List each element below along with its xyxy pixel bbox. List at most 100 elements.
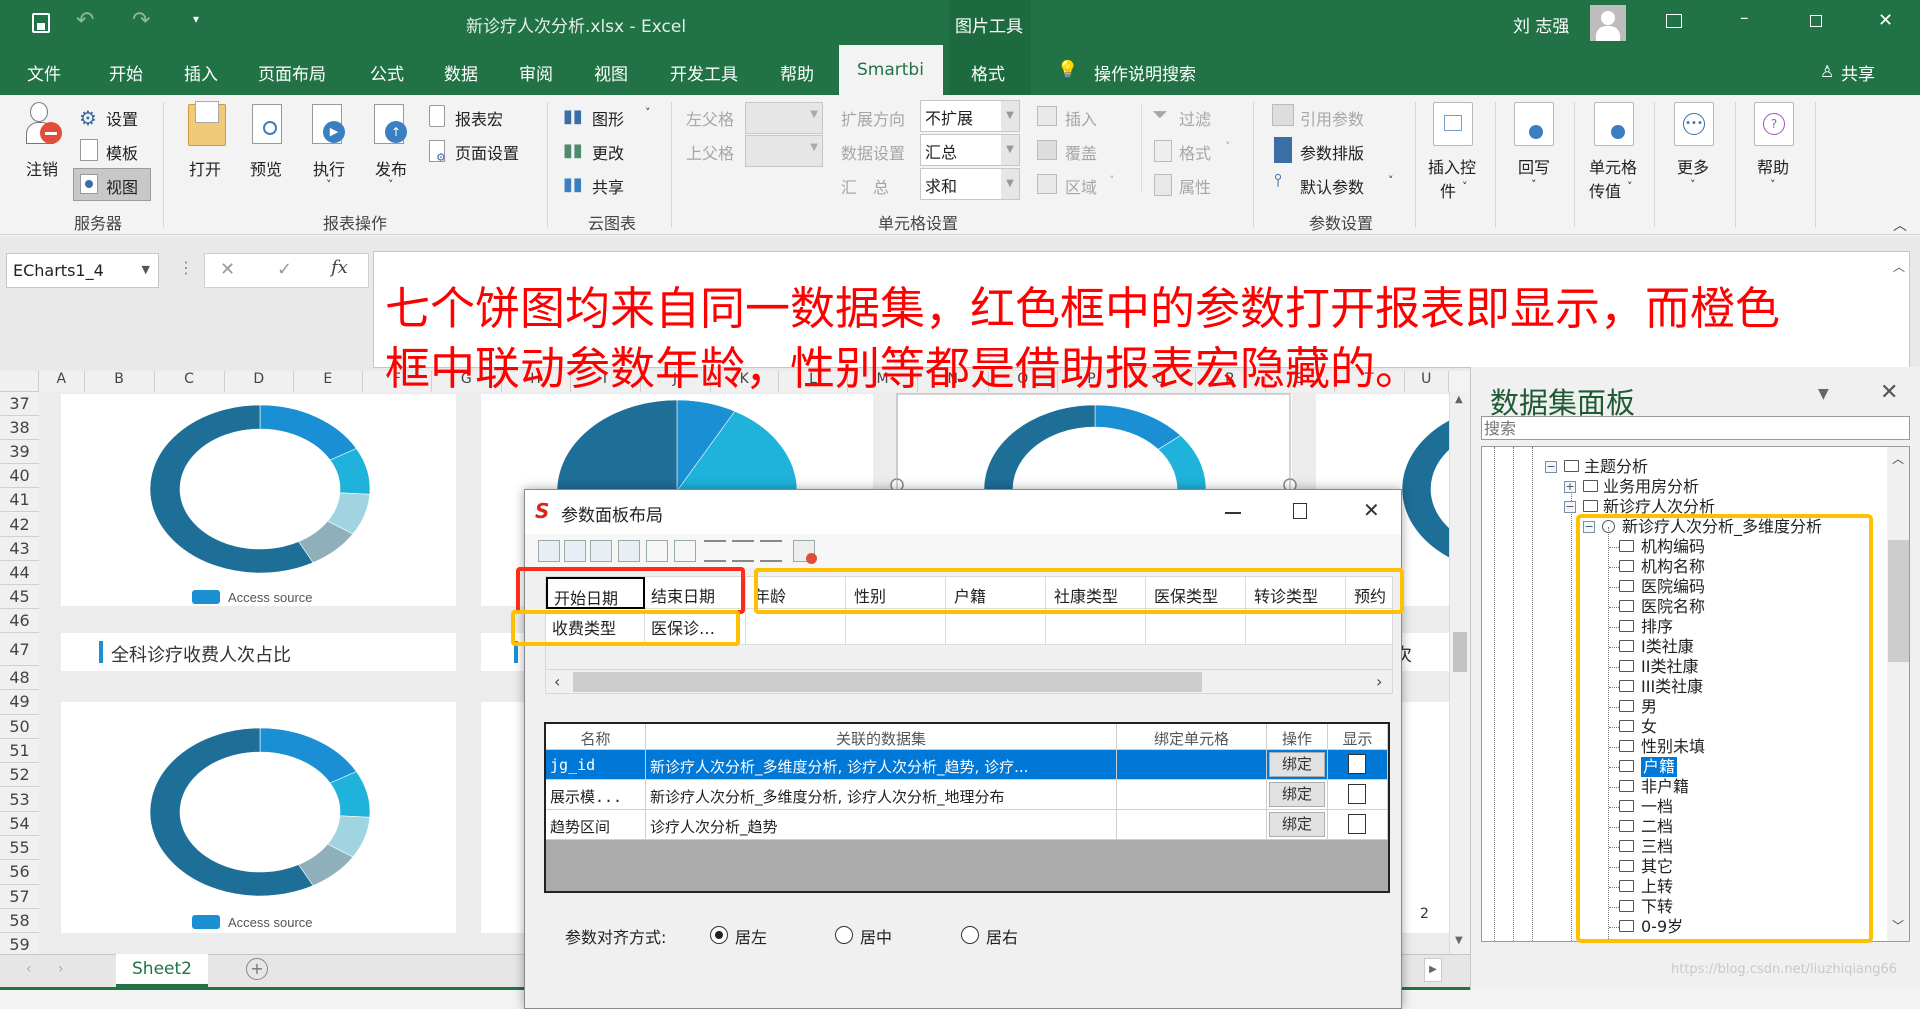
scroll-down-icon[interactable]: ﹀ xyxy=(1892,917,1904,934)
chart-button[interactable]: 图形 xyxy=(592,106,624,130)
avatar[interactable] xyxy=(1590,5,1626,41)
align-center-icon[interactable] xyxy=(674,540,696,562)
row-header[interactable]: 45 xyxy=(0,584,39,609)
insert-row-icon[interactable] xyxy=(538,540,560,562)
tab-8[interactable]: 开发工具 xyxy=(670,60,738,85)
writeback-button[interactable]: 回写 xyxy=(1518,154,1550,178)
tab-10[interactable]: Smartbi xyxy=(857,60,924,80)
plus-toggle-icon[interactable]: + xyxy=(1564,481,1576,493)
column-header[interactable]: D xyxy=(224,371,294,392)
template-button[interactable]: 模板 xyxy=(106,140,138,164)
save-icon[interactable] xyxy=(32,13,50,33)
move-right-icon[interactable] xyxy=(618,540,640,562)
execute-button[interactable]: 执行 xyxy=(313,156,345,180)
cancel-icon[interactable]: ✕ xyxy=(220,259,235,280)
redo-icon[interactable]: ↷ xyxy=(132,8,150,33)
table-row[interactable]: jg_id 新诊疗人次分析_多维度分析, 诊疗人次分析_趋势, 诊疗... 绑定 xyxy=(546,750,1388,780)
table-header[interactable]: 关联的数据集 xyxy=(646,724,1117,750)
open-button[interactable]: 打开 xyxy=(189,156,221,180)
chevron-down-icon[interactable]: ˅ xyxy=(645,106,651,119)
scroll-left-icon[interactable]: ‹ xyxy=(554,672,560,691)
change-button[interactable]: 更改 xyxy=(592,140,624,164)
table-cell-name[interactable]: 展示模... xyxy=(546,780,646,810)
row-header[interactable]: 42 xyxy=(0,512,39,537)
tab-7[interactable]: 视图 xyxy=(594,60,628,85)
row-header[interactable]: 50 xyxy=(0,714,39,739)
align-right-icon[interactable] xyxy=(760,540,782,562)
align-bottom-icon[interactable] xyxy=(646,540,668,562)
scroll-up-icon[interactable]: ▲ xyxy=(1455,394,1463,405)
chevron-down-icon[interactable]: ˅ xyxy=(1462,180,1468,193)
param-cell[interactable] xyxy=(846,609,946,645)
align-left-icon[interactable] xyxy=(704,540,726,562)
show-checkbox[interactable] xyxy=(1348,754,1366,774)
row-header[interactable]: 58 xyxy=(0,909,39,934)
param-cell[interactable] xyxy=(1146,609,1246,645)
param-cell[interactable] xyxy=(946,609,1046,645)
align-option-label[interactable]: 居左 xyxy=(735,924,767,948)
table-header[interactable]: 操作 xyxy=(1267,724,1328,750)
tab-0[interactable]: 文件 xyxy=(27,60,61,85)
row-header[interactable]: 57 xyxy=(0,884,39,909)
preview-button[interactable]: 预览 xyxy=(250,156,282,180)
param-grid-hscroll[interactable]: ‹ › xyxy=(545,669,1393,694)
row-header[interactable]: 41 xyxy=(0,488,39,513)
logout-button[interactable]: 注销 xyxy=(26,156,58,180)
row-header[interactable]: 46 xyxy=(0,608,39,633)
cell-pass-value-button-line2[interactable]: 传值 xyxy=(1589,178,1621,202)
panel-close-icon[interactable]: ✕ xyxy=(1880,380,1898,405)
tell-me-search[interactable]: 操作说明搜索 xyxy=(1094,60,1196,85)
align-option-label[interactable]: 居右 xyxy=(986,924,1018,948)
insert-function-icon[interactable]: fx xyxy=(331,257,348,278)
scroll-thumb[interactable] xyxy=(1453,632,1467,672)
tab-6[interactable]: 审阅 xyxy=(519,60,553,85)
cell-pass-value-button[interactable]: 单元格 xyxy=(1589,154,1637,178)
align-radio[interactable] xyxy=(710,926,728,944)
chevron-down-icon[interactable]: ˅ xyxy=(1531,178,1537,191)
row-header[interactable]: 48 xyxy=(0,666,39,691)
next-sheet-icon[interactable]: › xyxy=(58,961,64,977)
row-header[interactable]: 56 xyxy=(0,860,39,885)
tab-3[interactable]: 页面布局 xyxy=(258,60,326,85)
chevron-down-icon[interactable]: ˅ xyxy=(388,178,394,191)
column-header[interactable]: B xyxy=(84,371,155,392)
row-header[interactable]: 47 xyxy=(0,633,39,666)
table-cell-name[interactable]: 趋势区间 xyxy=(546,810,646,840)
bind-button[interactable]: 绑定 xyxy=(1269,752,1325,777)
tab-5[interactable]: 数据 xyxy=(444,60,478,85)
view-button[interactable]: 视图 xyxy=(106,174,138,198)
add-sheet-icon[interactable]: + xyxy=(246,958,268,980)
tree-item-label[interactable]: 主题分析 xyxy=(1584,457,1648,477)
row-header[interactable]: 40 xyxy=(0,464,39,489)
table-header[interactable]: 名称 xyxy=(546,724,646,750)
chevron-down-icon[interactable]: ˅ xyxy=(1388,174,1394,187)
minus-toggle-icon[interactable]: − xyxy=(1564,501,1576,513)
table-cell-name[interactable]: jg_id xyxy=(546,750,646,780)
panel-options-icon[interactable]: ▼ xyxy=(1818,386,1829,402)
user-name[interactable]: 刘 志强 xyxy=(1513,12,1569,37)
tree-scrollbar[interactable]: ︿ ﹀ xyxy=(1887,447,1909,941)
table-header[interactable]: 绑定单元格 xyxy=(1117,724,1267,750)
insert-column-icon[interactable] xyxy=(564,540,586,562)
show-checkbox[interactable] xyxy=(1348,814,1366,834)
default-param-button[interactable]: 默认参数 xyxy=(1300,174,1364,198)
sheet-scroll-up[interactable]: ︿ xyxy=(1893,258,1905,275)
enter-icon[interactable]: ✓ xyxy=(277,259,292,280)
minimize-icon[interactable]: – xyxy=(1740,8,1749,28)
scroll-right-icon[interactable]: › xyxy=(1376,672,1382,691)
insert-control-button-line2[interactable]: 件 xyxy=(1440,178,1456,202)
bind-button[interactable]: 绑定 xyxy=(1269,812,1325,837)
customize-icon[interactable]: ▾ xyxy=(193,12,199,26)
chevron-down-icon[interactable]: ˅ xyxy=(326,178,332,191)
column-header[interactable]: E xyxy=(294,371,363,392)
row-header[interactable]: 43 xyxy=(0,536,39,561)
close-icon[interactable]: ✕ xyxy=(1878,10,1893,31)
row-header[interactable]: 38 xyxy=(0,416,39,441)
chevron-down-icon[interactable]: ˅ xyxy=(1770,178,1776,191)
delete-icon[interactable] xyxy=(793,540,817,564)
tree-item-label[interactable]: 业务用房分析 xyxy=(1603,477,1699,497)
more-button[interactable]: 更多 xyxy=(1677,154,1709,178)
restore-icon[interactable] xyxy=(1810,15,1822,27)
ribbon-display-icon[interactable] xyxy=(1666,14,1682,28)
table-cell-datasets[interactable]: 诊疗人次分析_趋势 xyxy=(646,810,1117,840)
